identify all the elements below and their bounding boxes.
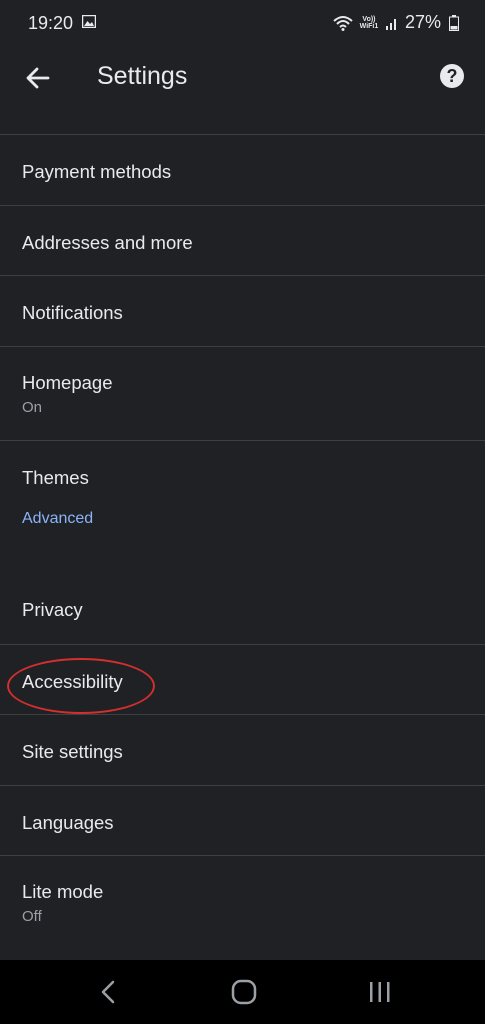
settings-item-label: Addresses and more: [22, 231, 193, 253]
help-icon[interactable]: ?: [440, 64, 464, 88]
settings-item-label: Lite mode: [22, 881, 104, 902]
settings-item-payment-methods[interactable]: Payment methods: [0, 134, 485, 205]
settings-item-label: Payment methods: [22, 161, 172, 182]
volte-wifi-icon: Vo)) WiFi1: [359, 16, 379, 30]
wifi-calling-label: WiFi1: [359, 22, 379, 30]
settings-item-label: Homepage: [22, 371, 113, 393]
settings-item-privacy[interactable]: Privacy: [0, 573, 485, 644]
settings-item-label: Privacy: [22, 599, 83, 620]
image-notification-icon: [82, 15, 96, 28]
settings-item-addresses[interactable]: Addresses and more: [0, 204, 485, 276]
status-time: 19:20: [28, 13, 74, 33]
status-bar: 19:20 Vo)) WiFi1 27%: [0, 0, 485, 46]
settings-item-label: Site settings: [22, 741, 123, 762]
app-bar: Settings ?: [0, 46, 485, 108]
settings-item-summary: Off: [22, 908, 42, 925]
settings-item-themes[interactable]: Themes: [0, 439, 485, 511]
page-title: Settings: [97, 62, 188, 90]
settings-item-label: Themes: [22, 466, 89, 488]
settings-item-lite-mode[interactable]: Lite mode Off: [0, 855, 485, 949]
settings-item-site-settings[interactable]: Site settings: [0, 714, 485, 785]
settings-item-label: Notifications: [22, 302, 123, 323]
settings-list: Payment methods Addresses and more Notif…: [0, 134, 485, 949]
settings-item-label: Languages: [22, 811, 114, 833]
settings-item-accessibility[interactable]: Accessibility: [0, 643, 485, 715]
battery-percent: 27%: [404, 12, 441, 32]
status-indicators: Vo)) WiFi1 27%: [333, 12, 459, 33]
home-icon[interactable]: [230, 978, 258, 1006]
settings-item-summary: On: [22, 398, 43, 416]
battery-icon: [449, 14, 459, 31]
signal-icon: [385, 18, 396, 30]
volte-label: Vo)): [362, 15, 376, 23]
chevron-left-icon[interactable]: [98, 978, 118, 1006]
section-header-advanced: Advanced: [0, 510, 485, 573]
navigation-bar: [0, 960, 485, 1024]
section-header-label: Advanced: [22, 510, 94, 527]
recents-icon[interactable]: [367, 978, 393, 1006]
settings-item-homepage[interactable]: Homepage On: [0, 345, 485, 440]
settings-item-languages[interactable]: Languages: [0, 784, 485, 856]
settings-item-label: Accessibility: [22, 670, 123, 692]
settings-item-notifications[interactable]: Notifications: [0, 275, 485, 346]
wifi-icon: [333, 15, 353, 31]
arrow-left-icon[interactable]: [24, 64, 52, 92]
